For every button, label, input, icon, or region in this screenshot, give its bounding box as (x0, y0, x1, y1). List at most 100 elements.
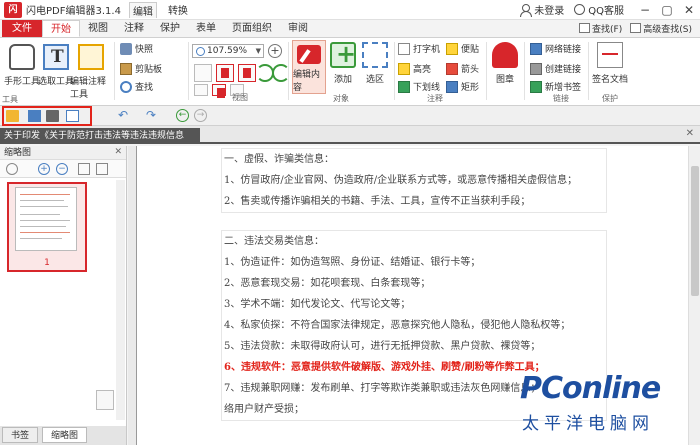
snapshot-button[interactable]: 快照 (120, 42, 153, 55)
tab-view[interactable]: 视图 (80, 20, 116, 37)
back-button[interactable]: ← (176, 109, 189, 122)
select-text-button[interactable]: 选取工具 (38, 44, 74, 87)
quick-access-toolbar: ↶ ↷ ← → (0, 106, 700, 126)
text-line: 2、售卖或传播诈骗相关的书籍、手法、工具，宣传不正当获利手段； (224, 196, 531, 207)
login-button[interactable]: 未登录 (519, 2, 564, 17)
fit-page-icon[interactable] (194, 64, 212, 82)
separator (486, 42, 487, 100)
highlight-box (2, 106, 92, 126)
thumbnail-line (20, 238, 62, 239)
new-bookmark-label: 新增书签 (545, 83, 582, 93)
top-tab-edit[interactable]: 编辑 (128, 1, 157, 18)
sticky-note-icon (446, 42, 458, 55)
thumbnail-line (20, 226, 66, 227)
stamp-icon (492, 42, 518, 68)
tab-page-organize[interactable]: 页面组织 (224, 20, 280, 37)
hand-tool-button[interactable]: 手形工具 (4, 44, 40, 87)
zoom-out-icon[interactable]: − (56, 163, 68, 175)
stamp-button[interactable]: 图章 (492, 42, 518, 85)
minimize-button[interactable]: − (634, 3, 656, 17)
zoom-in-icon[interactable]: + (38, 163, 50, 175)
web-link-button[interactable]: 网络链接 (530, 42, 581, 55)
app-title: 闪电PDF编辑器3.1.4 (26, 6, 121, 17)
tab-comment[interactable]: 注释 (116, 20, 152, 37)
objects-group-label: 对象 (333, 94, 349, 103)
app-logo: 闪 (4, 1, 22, 18)
redo-button[interactable]: ↷ (146, 108, 156, 122)
close-tab-button[interactable]: ✕ (686, 128, 694, 139)
rectangle-icon (446, 80, 458, 93)
tab-home[interactable]: 开始 (42, 20, 80, 37)
thumbnail-line (20, 206, 68, 207)
tab-form[interactable]: 表单 (188, 20, 224, 37)
separator (188, 42, 189, 100)
rotate-page-icon[interactable] (78, 163, 90, 175)
close-panel-button[interactable]: ✕ (114, 147, 122, 157)
tab-protect[interactable]: 保护 (152, 20, 188, 37)
fit-width-icon[interactable] (238, 64, 256, 82)
text-line: 3、学术不端：如代发论文、代写论文等； (224, 299, 411, 310)
forward-button[interactable]: → (194, 109, 207, 122)
new-bookmark-button[interactable]: 新增书签 (530, 80, 581, 93)
find-button[interactable]: 查找(F) (579, 22, 622, 35)
qq-support-button[interactable]: QQ客服 (574, 2, 624, 17)
thumbnail-tab[interactable]: 缩略图 (42, 427, 88, 443)
ribbon-find-label: 查找 (135, 83, 154, 93)
watermark-subtitle: 太平洋电脑网 (522, 414, 654, 434)
zoom-in-button[interactable]: + (268, 44, 282, 58)
thumbnail-scrollbar[interactable] (116, 180, 125, 420)
select-area-button[interactable]: 选区 (362, 42, 388, 85)
text-line: 一、虚假、诈骗类信息： (224, 154, 334, 165)
thumbnail-line (20, 200, 64, 201)
sidebar-tabs: 书签 缩略图 (0, 426, 127, 445)
user-icon (519, 3, 533, 17)
highlight-icon (398, 62, 410, 75)
single-page-icon[interactable] (194, 84, 208, 96)
rectangle-label: 矩形 (461, 83, 480, 93)
edit-content-label: 编辑内容 (293, 70, 321, 93)
clipboard-button[interactable]: 剪贴板 (120, 62, 162, 75)
add-icon (330, 40, 356, 68)
typewriter-button[interactable]: 打字机 (398, 42, 440, 55)
clipboard-icon (120, 62, 132, 75)
tab-review[interactable]: 审阅 (280, 20, 316, 37)
actual-size-icon[interactable] (216, 64, 234, 82)
gear-icon[interactable] (6, 163, 18, 175)
search-icon (120, 80, 132, 93)
comment-group-label: 注释 (427, 94, 443, 103)
thumbnail-line (20, 214, 60, 215)
bookmark-tab[interactable]: 书签 (2, 427, 39, 443)
zoom-select[interactable]: 107.59% (192, 44, 264, 58)
text-block-1[interactable]: 一、虚假、诈骗类信息： 1、仿冒政府/企业官网、伪造政府/企业联系方式等，或恶意… (221, 148, 607, 213)
highlight-button[interactable]: 高亮 (398, 62, 431, 75)
document-tab[interactable]: 关于印发《关于防范打击违法等违法违规信息 (0, 128, 200, 144)
arrow-icon (446, 62, 458, 75)
underline-button[interactable]: 下划线 (398, 80, 440, 93)
top-tab-convert[interactable]: 转换 (165, 2, 191, 17)
undo-button[interactable]: ↶ (118, 108, 128, 122)
edit-note-button[interactable]: 编辑注释工具 (70, 44, 112, 100)
watermark: PConline 太平洋电脑网 (520, 365, 700, 445)
page-thumbnail[interactable]: 1 (7, 182, 87, 272)
sticky-note-button[interactable]: 便贴 (446, 42, 479, 55)
ribbon-find-button[interactable]: 查找 (120, 80, 153, 93)
maximize-button[interactable]: ▢ (656, 3, 678, 17)
create-link-button[interactable]: 创建链接 (530, 62, 581, 75)
text-line: 5、违法贷款：未取得政府认可，进行无抵押贷款、黑户贷款、裸贷等； (224, 341, 541, 352)
bookmark-icon (530, 80, 542, 93)
rectangle-button[interactable]: 矩形 (446, 80, 479, 93)
edit-content-button[interactable]: 编辑内容 (292, 40, 326, 94)
sign-document-button[interactable]: 签名文档 (592, 42, 628, 85)
add-label: 添加 (333, 75, 352, 85)
select-area-icon (362, 42, 388, 68)
advanced-find-button[interactable]: 高级查找(S) (630, 22, 692, 35)
close-window-button[interactable]: ✕ (678, 3, 700, 17)
scrollbar-thumb[interactable] (691, 166, 699, 296)
file-menu[interactable]: 文件 (2, 20, 42, 37)
arrow-button[interactable]: 箭头 (446, 62, 479, 75)
tools-group: 手形工具 选取工具 编辑注释工具 工具 (0, 40, 112, 106)
separator (588, 42, 589, 100)
add-button[interactable]: 添加 (330, 40, 356, 85)
page-options-icon[interactable] (96, 163, 108, 175)
document-tabs: 关于印发《关于防范打击违法等违法违规信息 ✕ (0, 126, 700, 144)
